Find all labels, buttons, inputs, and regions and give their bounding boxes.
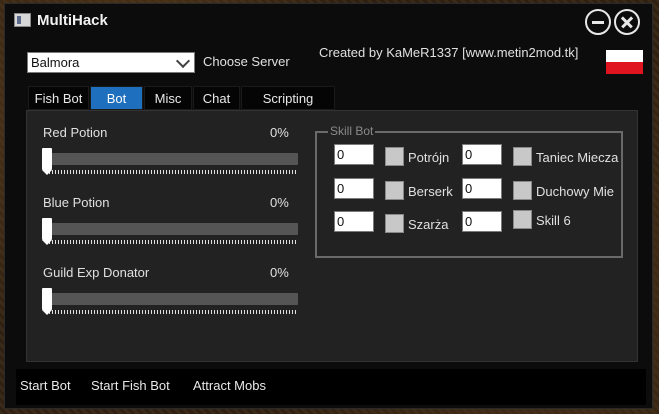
skill-4-delay-input[interactable]: 0 <box>462 144 502 165</box>
skill-5-value: 0 <box>465 181 473 196</box>
skill-4-checkbox[interactable] <box>513 147 532 166</box>
multihack-window: MultiHack Balmora Choose Server Created … <box>4 3 653 409</box>
skill-4-label: Taniec Miecza <box>536 150 619 165</box>
skill-6-label: Skill 6 <box>536 213 571 228</box>
blue-potion-percent: 0% <box>270 195 289 210</box>
guild-exp-donator-slider-ticks <box>46 310 298 314</box>
skill-5-checkbox[interactable] <box>513 181 532 200</box>
skill-1-label: Potrójn <box>408 150 450 165</box>
red-potion-percent: 0% <box>270 125 289 140</box>
poland-flag-icon[interactable] <box>606 50 643 74</box>
minimize-icon[interactable] <box>585 9 611 35</box>
skill-2-delay-input[interactable]: 0 <box>334 178 374 199</box>
skill-3-value: 0 <box>337 214 345 229</box>
skill-5-delay-input[interactable]: 0 <box>462 178 502 199</box>
close-icon[interactable] <box>614 9 640 35</box>
flag-red-stripe <box>606 62 643 74</box>
red-potion-slider-ticks <box>46 170 298 174</box>
guild-exp-donator-slider-thumb[interactable] <box>42 288 52 315</box>
guild-exp-donator-slider-track[interactable] <box>46 293 298 305</box>
tab-bot[interactable]: Bot <box>90 86 143 110</box>
red-potion-label: Red Potion <box>43 125 108 140</box>
skill-6-value: 0 <box>465 214 473 229</box>
blue-potion-slider-ticks <box>46 240 298 244</box>
skill-2-label: Berserk <box>408 184 453 199</box>
title-bar[interactable]: MultiHack <box>5 4 652 38</box>
tab-scripting[interactable]: Scripting <box>241 86 335 110</box>
tab-misc[interactable]: Misc <box>144 86 192 110</box>
skill-2-checkbox[interactable] <box>385 181 404 200</box>
start-fish-bot-button[interactable]: Start Fish Bot <box>91 378 170 393</box>
red-potion-slider-thumb[interactable] <box>42 148 52 175</box>
bottom-action-bar: Start Bot Start Fish Bot Attract Mobs <box>16 369 646 405</box>
skill-5-label: Duchowy Mie <box>536 184 615 199</box>
skill-6-checkbox[interactable] <box>513 210 532 229</box>
skill-4-value: 0 <box>465 147 473 162</box>
attract-mobs-button[interactable]: Attract Mobs <box>193 378 266 393</box>
skill-1-delay-input[interactable]: 0 <box>334 144 374 165</box>
bot-tab-panel: Red Potion 0% Blue Potion 0% Guild Exp D… <box>26 110 638 362</box>
tab-chat[interactable]: Chat <box>193 86 240 110</box>
guild-exp-donator-percent: 0% <box>270 265 289 280</box>
chevron-down-icon <box>175 53 191 69</box>
skill-6-delay-input[interactable]: 0 <box>462 211 502 232</box>
blue-potion-label: Blue Potion <box>43 195 110 210</box>
skill-2-value: 0 <box>337 181 345 196</box>
skill-3-checkbox[interactable] <box>385 214 404 233</box>
skill-3-label: Szarża <box>408 217 449 232</box>
blue-potion-slider-thumb[interactable] <box>42 218 52 245</box>
skill-1-checkbox[interactable] <box>385 147 404 166</box>
skill-bot-group: Skill Bot 0 Potrójn 0 Berserk 0 Szarża 0… <box>315 124 623 258</box>
skill-1-value: 0 <box>337 147 345 162</box>
guild-exp-donator-label: Guild Exp Donator <box>43 265 150 280</box>
server-selected-value: Balmora <box>31 55 80 70</box>
skill-bot-title: Skill Bot <box>328 124 376 138</box>
credit-text: Created by KaMeR1337 [www.metin2mod.tk] <box>319 45 579 60</box>
start-bot-button[interactable]: Start Bot <box>20 378 71 393</box>
app-window-icon <box>14 13 31 27</box>
blue-potion-slider-track[interactable] <box>46 223 298 235</box>
tab-fish-bot[interactable]: Fish Bot <box>28 86 89 110</box>
choose-server-label: Choose Server <box>203 54 290 69</box>
red-potion-slider-track[interactable] <box>46 153 298 165</box>
window-title: MultiHack <box>37 12 108 29</box>
skill-3-delay-input[interactable]: 0 <box>334 211 374 232</box>
server-dropdown[interactable]: Balmora <box>27 52 195 73</box>
flag-white-stripe <box>606 50 643 62</box>
